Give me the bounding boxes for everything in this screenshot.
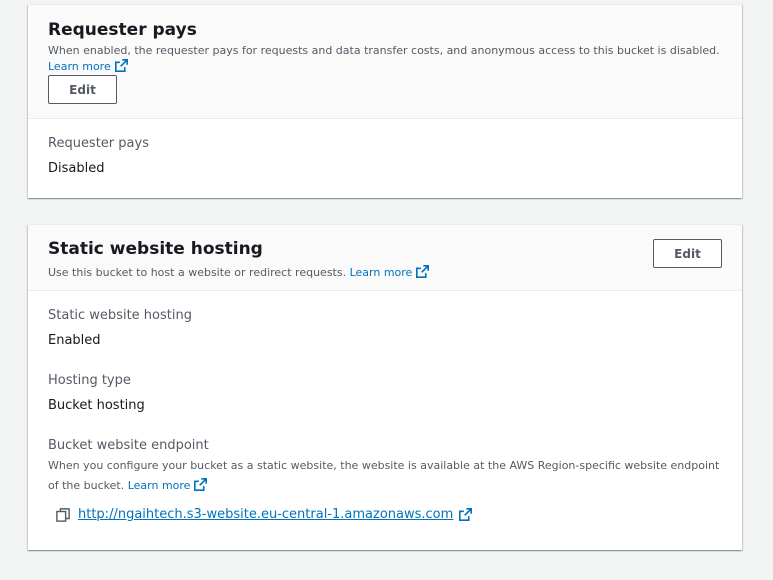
static-hosting-learn-more-label: Learn more	[349, 266, 413, 279]
hosting-type-label: Hosting type	[48, 373, 131, 388]
requester-pays-header: Requester pays When enabled, the request…	[28, 5, 742, 119]
static-hosting-status-value: Enabled	[48, 333, 101, 348]
requester-pays-learn-more-label: Learn more	[48, 60, 111, 73]
requester-pays-title: Requester pays	[48, 20, 197, 40]
static-hosting-learn-more-link[interactable]: Learn more	[349, 265, 430, 279]
requester-pays-learn-more-link[interactable]: Learn more	[48, 59, 128, 73]
requester-pays-edit-button[interactable]: Edit	[48, 75, 117, 104]
copy-icon[interactable]	[56, 507, 70, 522]
endpoint-label: Bucket website endpoint	[48, 438, 209, 453]
endpoint-learn-more-label: Learn more	[127, 479, 191, 492]
static-hosting-header: Static website hosting Use this bucket t…	[28, 225, 742, 291]
requester-pays-description: When enabled, the requester pays for req…	[48, 43, 720, 75]
static-hosting-edit-button[interactable]: Edit	[653, 239, 722, 268]
requester-pays-field-value: Disabled	[48, 161, 105, 176]
endpoint-url-link[interactable]: http://ngaihtech.s3-website.eu-central-1…	[78, 507, 453, 522]
static-hosting-description-text: Use this bucket to host a website or red…	[48, 266, 347, 279]
external-link-icon	[416, 265, 430, 278]
static-hosting-title: Static website hosting	[48, 239, 263, 259]
static-hosting-description: Use this bucket to host a website or red…	[48, 265, 430, 281]
external-link-icon	[114, 59, 128, 72]
static-website-hosting-card: Static website hosting Use this bucket t…	[28, 224, 742, 550]
requester-pays-field-label: Requester pays	[48, 136, 149, 151]
external-link-icon	[194, 478, 208, 491]
endpoint-url-text: http://ngaihtech.s3-website.eu-central-1…	[78, 507, 454, 522]
endpoint-description: When you configure your bucket as a stat…	[48, 456, 728, 496]
endpoint-learn-more-link[interactable]: Learn more	[127, 478, 208, 492]
requester-pays-card: Requester pays When enabled, the request…	[28, 4, 742, 198]
static-hosting-status-label: Static website hosting	[48, 308, 192, 323]
endpoint-row: http://ngaihtech.s3-website.eu-central-1…	[56, 507, 473, 522]
hosting-type-value: Bucket hosting	[48, 398, 145, 413]
requester-pays-description-text: When enabled, the requester pays for req…	[48, 44, 720, 57]
external-link-icon	[459, 508, 473, 521]
